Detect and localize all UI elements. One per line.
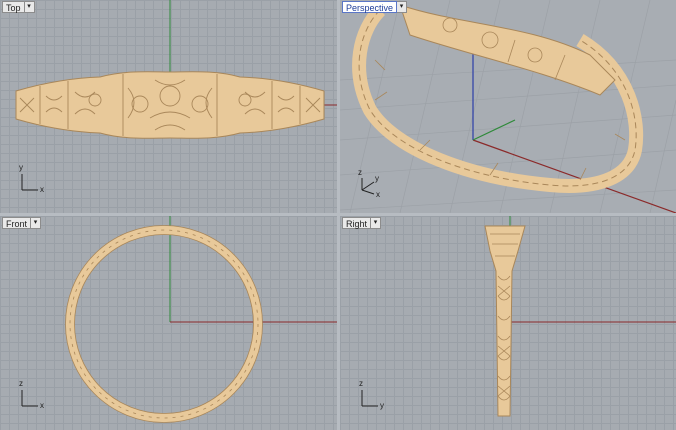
front-viewport-tab[interactable]: Front ▾ [2,217,42,229]
bracelet-top-model [15,71,325,139]
y-axis-label: y [19,163,23,172]
front-axis-triad [21,390,38,407]
top-axis-triad [21,174,38,191]
z-axis-label: z [19,379,23,388]
viewport-title[interactable]: Right [342,217,372,229]
top-view-scene [15,0,337,191]
z-axis-label: z [359,379,363,388]
perspective-viewport-tab[interactable]: Perspective ▾ [342,1,408,13]
bracelet-side-model [484,225,526,417]
rhino-workspace: Top ▾ y x Perspective ▾ z y x Front ▾ z … [0,0,676,430]
viewport-menu-icon[interactable]: ▾ [24,1,35,13]
y-axis-label: y [375,174,379,183]
perspective-axis-triad [361,178,375,195]
front-view-scene [21,216,337,423]
right-axis-triad [361,390,378,407]
x-axis-label: x [40,185,44,194]
perspective-scene [340,0,676,213]
front-viewport[interactable]: Front ▾ z x [0,216,337,430]
right-view-scene [361,216,676,417]
viewport-title[interactable]: Perspective [342,1,398,13]
bracelet-front-model [65,225,263,423]
viewport-menu-icon[interactable]: ▾ [31,217,42,229]
viewport-title[interactable]: Top [2,1,25,13]
top-viewport[interactable]: Top ▾ y x [0,0,337,213]
viewport-menu-icon[interactable]: ▾ [397,1,408,13]
viewport-menu-icon[interactable]: ▾ [371,217,382,229]
y-axis-line [472,119,516,141]
top-viewport-tab[interactable]: Top ▾ [2,1,35,13]
perspective-viewport[interactable]: Perspective ▾ z y x [340,0,676,213]
bracelet-perspective-model [352,4,644,193]
z-axis-label: z [358,168,362,177]
viewport-title[interactable]: Front [2,217,32,229]
right-viewport[interactable]: Right ▾ z y [340,216,676,430]
x-axis-label: x [40,401,44,410]
right-viewport-tab[interactable]: Right ▾ [342,217,382,229]
x-axis-label: x [376,190,380,199]
y-axis-label: y [380,401,384,410]
